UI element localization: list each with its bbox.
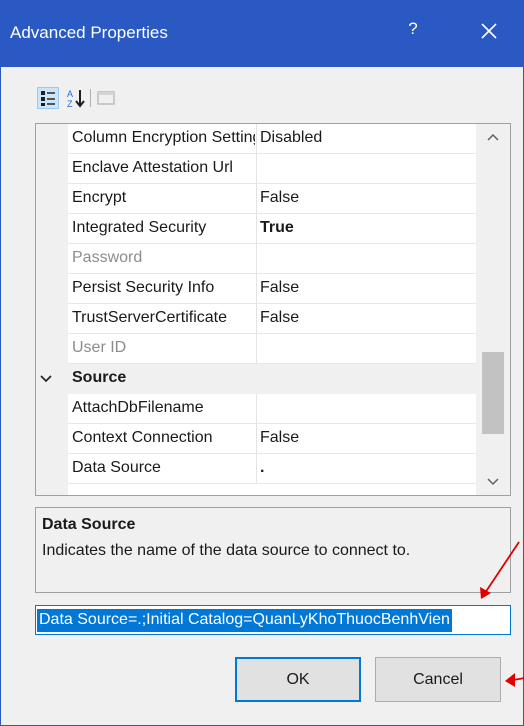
property-name: AttachDbFilename [72, 399, 204, 416]
categorized-button[interactable] [37, 87, 59, 109]
property-row[interactable]: Encrypt False [36, 184, 476, 214]
dialog-title: Advanced Properties [10, 23, 168, 42]
category-label: Source [72, 369, 127, 386]
advanced-properties-dialog: Advanced Properties ? A Z Column Encrypt… [0, 0, 524, 726]
connection-string-text[interactable]: Data Source=.;Initial Catalog=QuanLyKhoT… [37, 609, 452, 632]
property-name: TrustServerCertificate [72, 309, 227, 326]
property-pages-button[interactable] [95, 87, 117, 109]
property-name: Data Source [72, 459, 161, 476]
property-value[interactable]: True [260, 219, 470, 237]
connection-string-field[interactable]: Data Source=.;Initial Catalog=QuanLyKhoT… [35, 605, 511, 635]
close-icon [481, 23, 497, 39]
description-panel: Data Source Indicates the name of the da… [35, 507, 511, 593]
toolbar-separator [90, 89, 91, 107]
property-pages-icon [97, 91, 115, 105]
description-title: Data Source [42, 516, 136, 533]
property-row[interactable]: Context Connection False [36, 424, 476, 454]
alphabetical-icon: A Z [67, 89, 85, 109]
property-value[interactable]: False [260, 189, 470, 207]
svg-text:A: A [67, 89, 73, 99]
property-name: Persist Security Info [72, 279, 215, 296]
property-row-selected[interactable]: Data Source . [36, 454, 476, 484]
property-value[interactable]: . [260, 459, 470, 477]
chevron-down-icon[interactable] [39, 372, 53, 386]
property-value[interactable]: False [260, 309, 470, 327]
title-bar: Advanced Properties ? [1, 1, 523, 67]
property-name: User ID [72, 339, 127, 356]
property-row[interactable]: Integrated Security True [36, 214, 476, 244]
vertical-scrollbar[interactable] [476, 124, 510, 495]
property-name: Encrypt [72, 189, 127, 206]
property-value[interactable]: False [260, 429, 470, 447]
property-name: Integrated Security [72, 219, 207, 236]
annotation-arrow-ok [512, 677, 524, 681]
property-row[interactable]: Column Encryption Setting Disabled [36, 124, 476, 154]
property-name: Password [72, 249, 143, 266]
property-toolbar: A Z [37, 87, 147, 113]
property-grid: Column Encryption Setting Disabled Encla… [35, 123, 511, 496]
property-name: Enclave Attestation Url [72, 159, 233, 176]
description-text: Indicates the name of the data source to… [42, 542, 411, 559]
cancel-button[interactable]: Cancel [375, 657, 501, 702]
ok-button[interactable]: OK [235, 657, 361, 702]
scroll-up-icon[interactable] [485, 130, 501, 146]
property-row[interactable]: AttachDbFilename [36, 394, 476, 424]
svg-text:Z: Z [67, 99, 73, 109]
property-name: Column Encryption Setting [72, 129, 255, 146]
category-row-source[interactable]: Source [36, 364, 476, 394]
property-row[interactable]: User ID [36, 334, 476, 364]
alphabetical-button[interactable]: A Z [65, 87, 87, 109]
scroll-down-icon[interactable] [485, 473, 501, 489]
property-value[interactable]: False [260, 279, 470, 297]
property-row[interactable]: Password [36, 244, 476, 274]
property-row[interactable]: Enclave Attestation Url [36, 154, 476, 184]
scrollbar-thumb[interactable] [482, 352, 504, 434]
property-row[interactable]: TrustServerCertificate False [36, 304, 476, 334]
property-row[interactable]: Persist Security Info False [36, 274, 476, 304]
property-value[interactable]: Disabled [260, 129, 470, 147]
help-button[interactable]: ? [401, 19, 425, 39]
close-button[interactable] [477, 19, 501, 43]
categorized-icon [41, 91, 55, 106]
property-name: Context Connection [72, 429, 213, 446]
